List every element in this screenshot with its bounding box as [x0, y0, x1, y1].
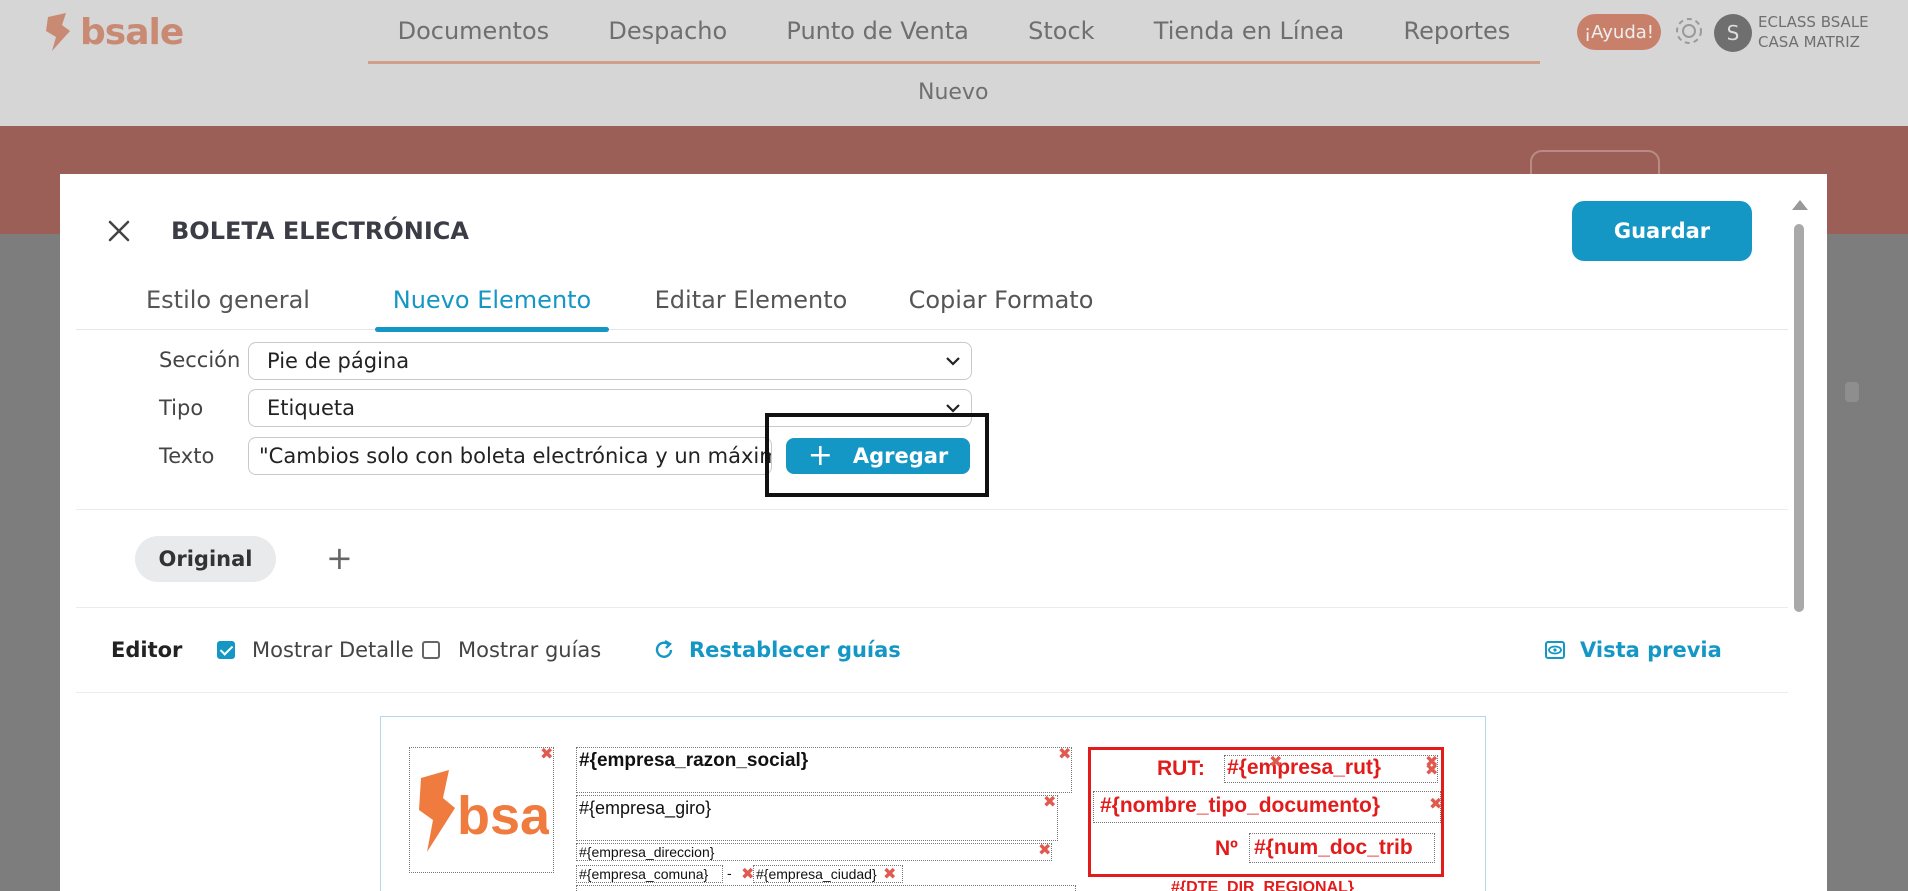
- doc-num-value[interactable]: #{num_doc_trib: [1249, 833, 1435, 863]
- close-icon[interactable]: [104, 216, 134, 246]
- add-version-icon[interactable]: +: [326, 542, 353, 574]
- tab-estilo-general[interactable]: Estilo general: [138, 270, 318, 329]
- doc-next-row[interactable]: [576, 885, 1076, 891]
- user-avatar[interactable]: S: [1714, 14, 1752, 52]
- subnav-item-nuevo[interactable]: Nuevo: [918, 80, 988, 105]
- gear-icon[interactable]: [1672, 14, 1706, 48]
- section-label: Sección: [159, 348, 241, 372]
- remove-element-icon[interactable]: ✖: [1043, 794, 1057, 810]
- divider: [76, 692, 1788, 693]
- brand-logo[interactable]: bsale: [40, 10, 184, 54]
- tab-copiar-formato[interactable]: Copiar Formato: [892, 270, 1110, 329]
- bsale-logo-icon: [46, 13, 70, 51]
- top-navigation: Documentos Despacho Punto de Venta Stock…: [368, 0, 1540, 64]
- doc-rut-value[interactable]: #{empresa_rut}: [1224, 755, 1438, 783]
- doc-dir-regional[interactable]: #{DTE_DIR_REGIONAL}: [1171, 879, 1354, 891]
- divider: [76, 607, 1788, 608]
- eye-icon: [1545, 641, 1565, 659]
- section-select[interactable]: Pie de página: [248, 342, 972, 380]
- nav-item-punto-de-venta[interactable]: Punto de Venta: [786, 17, 968, 45]
- document-logo-text: bsale: [457, 786, 549, 846]
- show-guides-label: Mostrar guías: [458, 638, 602, 662]
- document-logo[interactable]: bsale: [409, 747, 554, 873]
- nav-item-stock[interactable]: Stock: [1028, 17, 1094, 45]
- remove-element-icon[interactable]: ✖: [1058, 746, 1072, 762]
- app-header: bsale Documentos Despacho Punto de Venta…: [0, 0, 1908, 126]
- editor-label: Editor: [111, 638, 183, 662]
- refresh-icon: [655, 639, 673, 658]
- tab-nuevo-elemento[interactable]: Nuevo Elemento: [375, 270, 609, 332]
- doc-giro[interactable]: #{empresa_giro}: [576, 795, 1058, 841]
- nav-item-documentos[interactable]: Documentos: [398, 17, 550, 45]
- doc-tipo-documento[interactable]: #{nombre_tipo_documento}: [1093, 791, 1441, 823]
- nav-item-despacho[interactable]: Despacho: [608, 17, 727, 45]
- doc-num-label: Nº: [1215, 837, 1238, 860]
- remove-element-icon[interactable]: ✖: [1038, 842, 1052, 858]
- preview-link[interactable]: Vista previa: [1544, 638, 1722, 662]
- text-input[interactable]: "Cambios solo con boleta electrónica y u…: [248, 437, 772, 475]
- tab-editar-elemento[interactable]: Editar Elemento: [642, 270, 860, 329]
- doc-razon-social[interactable]: #{empresa_razon_social}: [576, 747, 1072, 793]
- save-button[interactable]: Guardar: [1572, 201, 1752, 261]
- remove-element-icon[interactable]: ✖: [540, 746, 554, 762]
- type-label: Tipo: [159, 396, 204, 420]
- section-select-value: Pie de página: [267, 349, 410, 373]
- divider: [76, 509, 1788, 510]
- document-canvas: bsale ✖ #{empresa_razon_social} ✖ #{empr…: [380, 716, 1486, 891]
- account-branch: CASA MATRIZ: [1758, 33, 1860, 51]
- remove-element-icon[interactable]: ✖: [1429, 796, 1443, 812]
- chevron-down-icon: [946, 357, 960, 366]
- tab-bar: Estilo general Nuevo Elemento Editar Ele…: [76, 270, 1788, 332]
- show-guides-checkbox[interactable]: [422, 641, 440, 659]
- reset-guides-label: Restablecer guías: [689, 638, 901, 662]
- doc-rut-label: RUT:: [1157, 757, 1205, 780]
- doc-separator: -: [727, 865, 732, 881]
- show-detail-checkbox[interactable]: [217, 641, 235, 659]
- modal-title: BOLETA ELECTRÓNICA: [171, 217, 469, 245]
- nav-item-tienda-en-linea[interactable]: Tienda en Línea: [1154, 17, 1344, 45]
- remove-element-icon[interactable]: ✖: [1425, 762, 1439, 778]
- doc-comuna[interactable]: #{empresa_comuna}: [576, 865, 723, 883]
- highlight-annotation: [765, 413, 989, 497]
- text-label: Texto: [159, 444, 215, 468]
- type-select-value: Etiqueta: [267, 396, 355, 420]
- doc-direccion[interactable]: #{empresa_direccion}: [576, 843, 1052, 861]
- remove-element-icon[interactable]: ✖: [1269, 754, 1283, 770]
- scrollbar-thumb[interactable]: [1794, 224, 1804, 612]
- nav-item-reportes[interactable]: Reportes: [1403, 17, 1510, 45]
- background-scroll-handle: [1845, 382, 1859, 402]
- reset-guides-link[interactable]: Restablecer guías: [653, 638, 901, 662]
- brand-name: bsale: [80, 11, 184, 53]
- remove-element-icon[interactable]: ✖: [883, 866, 897, 882]
- template-editor-modal: BOLETA ELECTRÓNICA Guardar Estilo genera…: [60, 174, 1827, 891]
- bsale-logo-icon: bsale: [418, 770, 549, 852]
- doc-ciudad[interactable]: #{empresa_ciudad}: [753, 865, 903, 883]
- help-button[interactable]: ¡Ayuda!: [1577, 14, 1661, 50]
- account-company: ECLASS BSALE: [1758, 13, 1869, 31]
- preview-label: Vista previa: [1580, 638, 1722, 662]
- show-detail-label: Mostrar Detalle: [252, 638, 414, 662]
- version-tab-original[interactable]: Original: [135, 536, 276, 582]
- account-name[interactable]: ECLASS BSALE CASA MATRIZ: [1758, 12, 1869, 52]
- scroll-up-icon[interactable]: [1792, 200, 1808, 210]
